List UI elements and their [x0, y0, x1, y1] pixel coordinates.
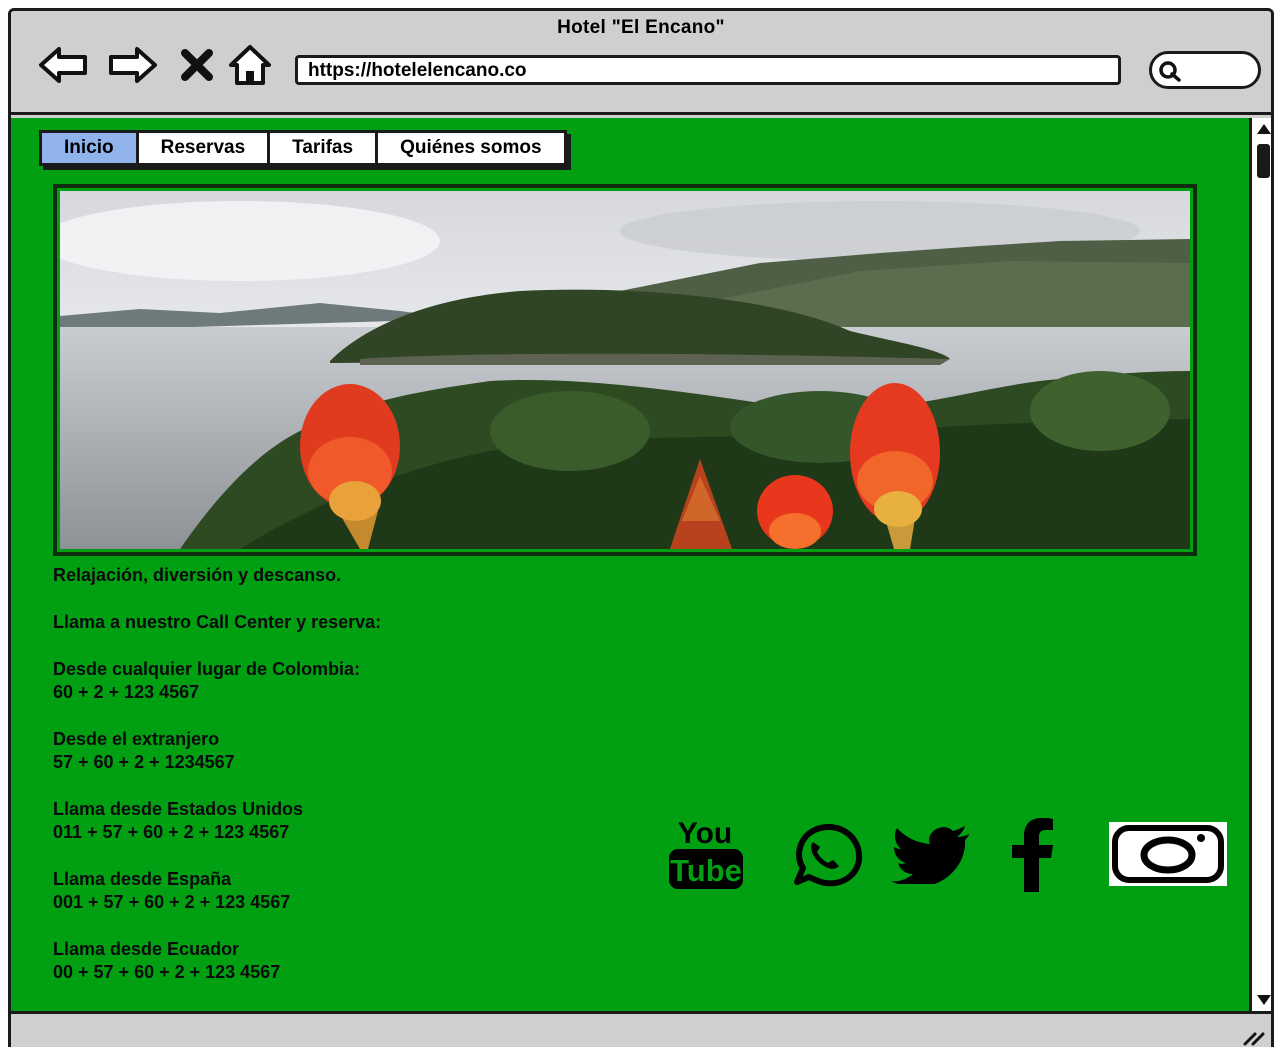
tab-reservas[interactable]: Reservas	[138, 133, 271, 163]
contact-number: 001 + 57 + 60 + 2 + 123 4567	[53, 892, 291, 912]
window-title: Hotel "El Encano"	[557, 17, 725, 38]
contact-number: 60 + 2 + 123 4567	[53, 682, 200, 702]
url-field[interactable]: https://hotelelencano.co	[295, 55, 1121, 85]
contact-label: Llama desde Estados Unidos	[53, 799, 304, 819]
stop-button[interactable]	[177, 43, 217, 87]
scroll-thumb[interactable]	[1257, 144, 1270, 178]
hero-image	[53, 184, 1197, 556]
contact-info: Relajación, diversión y descanso. Llama …	[53, 564, 653, 1008]
youtube-link[interactable]: You Tube	[667, 815, 745, 891]
contact-label: Llama desde España	[53, 869, 232, 889]
instagram-icon	[1109, 822, 1227, 886]
contact-label: Llama desde Ecuador	[53, 939, 240, 959]
browser-titlebar: Hotel "El Encano" https://hotelelencano.…	[11, 11, 1271, 115]
whatsapp-icon	[794, 824, 863, 887]
main-nav-tabs: Inicio Reservas Tarifas Quiénes somos	[39, 130, 567, 166]
search-button[interactable]	[1149, 51, 1261, 89]
arrow-right-icon	[109, 47, 157, 83]
instagram-link[interactable]	[1109, 822, 1227, 886]
scroll-down-icon[interactable]	[1256, 993, 1272, 1007]
resize-grip-icon[interactable]	[1241, 1026, 1265, 1046]
scroll-up-icon[interactable]	[1256, 122, 1272, 136]
whatsapp-link[interactable]	[783, 822, 863, 888]
facebook-link[interactable]	[1011, 818, 1057, 892]
status-bar	[11, 1011, 1271, 1047]
tab-inicio[interactable]: Inicio	[42, 133, 139, 163]
back-button[interactable]	[37, 43, 89, 87]
tagline: Relajación, diversión y descanso.	[53, 565, 342, 585]
contact-number: 57 + 60 + 2 + 1234567	[53, 752, 235, 772]
contact-espana: Llama desde España 001 + 57 + 60 + 2 + 1…	[53, 868, 653, 914]
tab-quienes-somos[interactable]: Quiénes somos	[378, 133, 564, 163]
forward-button[interactable]	[107, 43, 159, 87]
call-center-text: Llama a nuestro Call Center y reserva:	[53, 612, 382, 632]
contact-number: 011 + 57 + 60 + 2 + 123 4567	[53, 822, 290, 842]
youtube-bottom-text: Tube	[670, 853, 742, 888]
contact-number: 00 + 57 + 60 + 2 + 123 4567	[53, 962, 281, 982]
home-button[interactable]	[227, 43, 273, 87]
home-icon	[229, 45, 271, 85]
close-icon	[181, 49, 213, 81]
contact-extranjero: Desde el extranjero 57 + 60 + 2 + 123456…	[53, 728, 653, 774]
contact-label: Desde cualquier lugar de Colombia:	[53, 659, 361, 679]
contact-colombia: Desde cualquier lugar de Colombia: 60 + …	[53, 658, 653, 704]
vertical-scrollbar[interactable]	[1249, 118, 1272, 1011]
youtube-icon: You Tube	[669, 817, 743, 889]
contact-label: Desde el extranjero	[53, 729, 220, 749]
tab-tarifas[interactable]: Tarifas	[270, 133, 379, 163]
landscape-image	[60, 191, 1190, 549]
search-icon	[1159, 61, 1181, 82]
twitter-link[interactable]	[891, 826, 971, 884]
arrow-left-icon	[39, 47, 87, 83]
youtube-top-text: You	[678, 817, 732, 850]
facebook-icon	[1012, 818, 1053, 892]
twitter-icon	[891, 826, 969, 884]
browser-window: Hotel "El Encano" https://hotelelencano.…	[8, 8, 1274, 1047]
contact-ecuador: Llama desde Ecuador 00 + 57 + 60 + 2 + 1…	[53, 938, 653, 984]
contact-estados-unidos: Llama desde Estados Unidos 011 + 57 + 60…	[53, 798, 653, 844]
page-content: Inicio Reservas Tarifas Quiénes somos Re…	[11, 118, 1249, 1011]
